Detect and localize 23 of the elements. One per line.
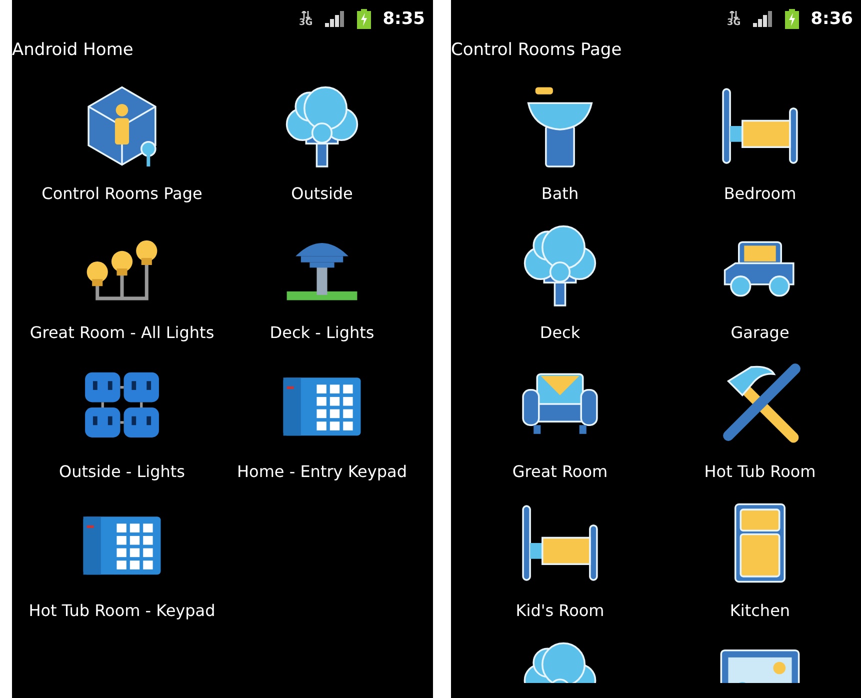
battery-charging-icon [784, 9, 799, 29]
shortcut-label[interactable]: Garage [730, 323, 790, 342]
shortcut-label[interactable]: Home - Entry Keypad [237, 462, 407, 481]
signal-icon [752, 11, 773, 27]
shortcut-label[interactable]: Outside [291, 184, 353, 203]
shortcut-label[interactable]: Deck - Lights [270, 323, 374, 342]
shortcut-label[interactable]: Great Room - All Lights [30, 323, 214, 342]
shortcut-label[interactable]: Bath [541, 184, 579, 203]
signal-icon [324, 11, 345, 27]
screen-title: Android Home [12, 39, 134, 62]
shortcut-label[interactable]: Hot Tub Room - Keypad [28, 601, 216, 620]
shortcut-label[interactable]: Control Rooms Page [42, 184, 202, 203]
shortcut-label[interactable]: Outside - Lights [59, 462, 185, 481]
clock-time: 8:36 [810, 9, 853, 29]
shortcut-label[interactable]: Deck [540, 323, 580, 342]
shortcut-label[interactable]: Kitchen [730, 601, 790, 620]
shortcut-label[interactable]: Bedroom [724, 184, 796, 203]
shortcut-label[interactable]: Kid's Room [516, 601, 604, 620]
clock-time: 8:35 [382, 9, 425, 29]
shortcut-label[interactable]: Great Room [512, 462, 608, 481]
shortcut-label[interactable]: Hot Tub Room [704, 462, 816, 481]
battery-charging-icon [356, 9, 371, 29]
screen-title: Control Rooms Page [451, 39, 622, 62]
